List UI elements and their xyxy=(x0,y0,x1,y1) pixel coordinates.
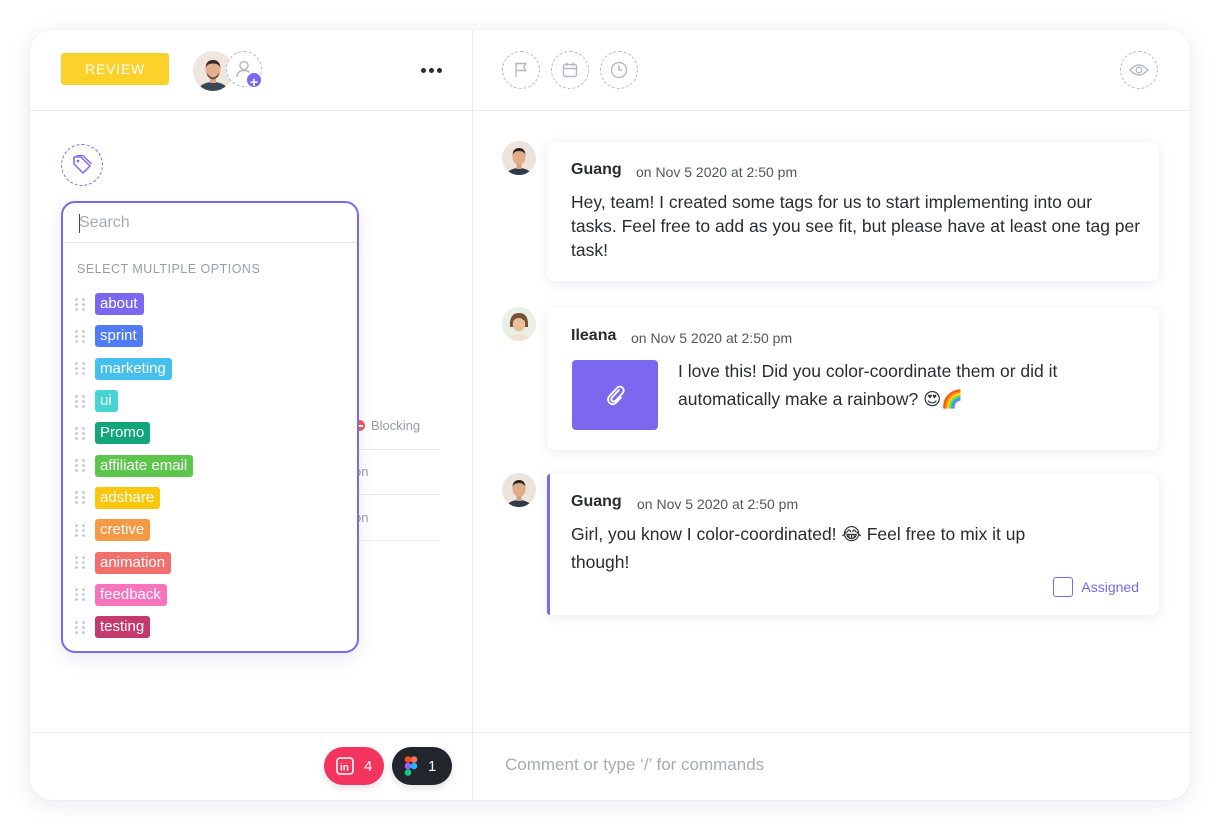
tags-dropdown: SELECT MULTIPLE OPTIONS about sprint marke… xyxy=(61,201,359,653)
tag-chip[interactable]: cretive xyxy=(95,519,151,542)
tag-option[interactable]: affiliate email xyxy=(75,449,194,481)
tag-chip[interactable]: affiliate email xyxy=(95,454,194,477)
comment-text: I love this! Did you color-coordinate th… xyxy=(678,361,1058,409)
drag-handle-icon[interactable] xyxy=(75,393,85,409)
tag-option[interactable]: Promo xyxy=(75,417,193,449)
task-panel: REVIEW + Blocking on on Search SELECT MU… xyxy=(30,30,1190,800)
paperclip-icon xyxy=(607,385,625,406)
tag-chip[interactable]: ui xyxy=(95,390,118,413)
tag-option[interactable]: cretive xyxy=(75,514,193,546)
drag-handle-icon[interactable] xyxy=(75,619,85,635)
assigned-checkbox[interactable]: Assigned xyxy=(1053,577,1139,597)
tag-option[interactable]: marketing xyxy=(75,353,193,385)
eye-icon xyxy=(1129,64,1149,76)
invision-count: 4 xyxy=(364,757,373,775)
watch-button[interactable] xyxy=(1120,51,1158,89)
priority-flag-button[interactable] xyxy=(502,51,540,89)
flag-icon xyxy=(515,62,527,77)
drag-handle-icon[interactable] xyxy=(75,425,85,441)
clock-icon xyxy=(610,61,628,79)
column-divider xyxy=(472,30,473,800)
header-divider xyxy=(30,110,1190,111)
tag-options-list: about sprint marketing ui Promo affiliate ema… xyxy=(75,288,194,643)
comment-timestamp: on Nov 5 2020 at 2:50 pm xyxy=(636,164,798,180)
tag-chip[interactable]: marketing xyxy=(95,357,172,380)
figma-badge[interactable]: 1 xyxy=(392,747,452,785)
select-multiple-label: SELECT MULTIPLE OPTIONS xyxy=(77,262,261,276)
status-button[interactable]: REVIEW xyxy=(61,53,169,85)
drag-handle-icon[interactable] xyxy=(75,522,85,538)
tag-chip[interactable]: about xyxy=(95,293,144,316)
tag-search-input[interactable] xyxy=(63,203,357,243)
drag-handle-icon[interactable] xyxy=(75,458,85,474)
tag-option[interactable]: testing xyxy=(75,611,193,643)
comment-card-assigned: Guang on Nov 5 2020 at 2:50 pm Girl, you… xyxy=(547,474,1159,615)
tag-option[interactable]: ui xyxy=(75,385,193,417)
tag-chip[interactable]: adshare xyxy=(95,486,161,509)
comment-author[interactable]: Guang xyxy=(571,493,622,511)
add-tag-button[interactable] xyxy=(61,144,103,186)
tag-icon xyxy=(73,154,92,174)
footer-divider xyxy=(30,732,1190,733)
svg-text:in: in xyxy=(340,763,349,774)
tag-chip[interactable]: Promo xyxy=(95,422,151,445)
due-date-button[interactable] xyxy=(551,51,589,89)
tag-chip[interactable]: testing xyxy=(95,616,151,639)
tag-option[interactable]: sprint xyxy=(75,320,193,352)
comment-input[interactable] xyxy=(505,752,1165,778)
commenter-avatar[interactable] xyxy=(502,307,536,341)
tag-chip[interactable]: animation xyxy=(95,551,172,574)
tag-option[interactable]: animation xyxy=(75,546,193,578)
comment-text: Hey, team! I created some tags for us to… xyxy=(571,192,1141,260)
blocking-label: Blocking xyxy=(371,418,421,433)
assigned-accent-bar xyxy=(547,474,550,615)
comment-author[interactable]: Guang xyxy=(571,161,622,179)
figma-icon xyxy=(404,756,418,776)
tag-option[interactable]: feedback xyxy=(75,579,193,611)
text-cursor xyxy=(79,214,80,233)
invision-badge[interactable]: in 4 xyxy=(324,747,384,785)
more-options-button[interactable] xyxy=(418,58,444,82)
tag-chip[interactable]: feedback xyxy=(95,583,167,606)
comment-author[interactable]: Ileana xyxy=(571,327,616,345)
comment-card: Ileana on Nov 5 2020 at 2:50 pm I love t… xyxy=(547,308,1159,450)
drag-handle-icon[interactable] xyxy=(75,328,85,344)
checkbox-icon[interactable] xyxy=(1053,577,1074,597)
figma-count: 1 xyxy=(428,757,437,775)
drag-handle-icon[interactable] xyxy=(75,296,85,312)
commenter-avatar[interactable] xyxy=(502,141,536,175)
comment-card: Guang on Nov 5 2020 at 2:50 pm Hey, team… xyxy=(547,142,1159,281)
tag-option[interactable]: about xyxy=(75,288,193,320)
comment-timestamp: on Nov 5 2020 at 2:50 pm xyxy=(631,330,793,346)
assigned-label: Assigned xyxy=(1081,579,1139,595)
divider xyxy=(350,494,440,495)
comment-text: Girl, you know I color-coordinated! 😂 Fe… xyxy=(571,524,1026,572)
drag-handle-icon[interactable] xyxy=(75,587,85,603)
attachment-thumbnail[interactable] xyxy=(572,360,658,430)
commenter-avatar[interactable] xyxy=(502,473,536,507)
calendar-icon xyxy=(562,62,578,78)
tag-chip[interactable]: sprint xyxy=(95,325,143,348)
divider xyxy=(350,540,440,541)
plus-icon[interactable]: + xyxy=(245,71,263,90)
blocking-relationship[interactable]: Blocking xyxy=(354,418,420,433)
divider xyxy=(350,449,440,450)
time-tracking-button[interactable] xyxy=(600,51,638,89)
drag-handle-icon[interactable] xyxy=(75,555,85,571)
comment-timestamp: on Nov 5 2020 at 2:50 pm xyxy=(637,496,799,512)
drag-handle-icon[interactable] xyxy=(75,361,85,377)
drag-handle-icon[interactable] xyxy=(75,490,85,506)
tag-option[interactable]: adshare xyxy=(75,482,193,514)
invision-icon: in xyxy=(336,757,354,775)
